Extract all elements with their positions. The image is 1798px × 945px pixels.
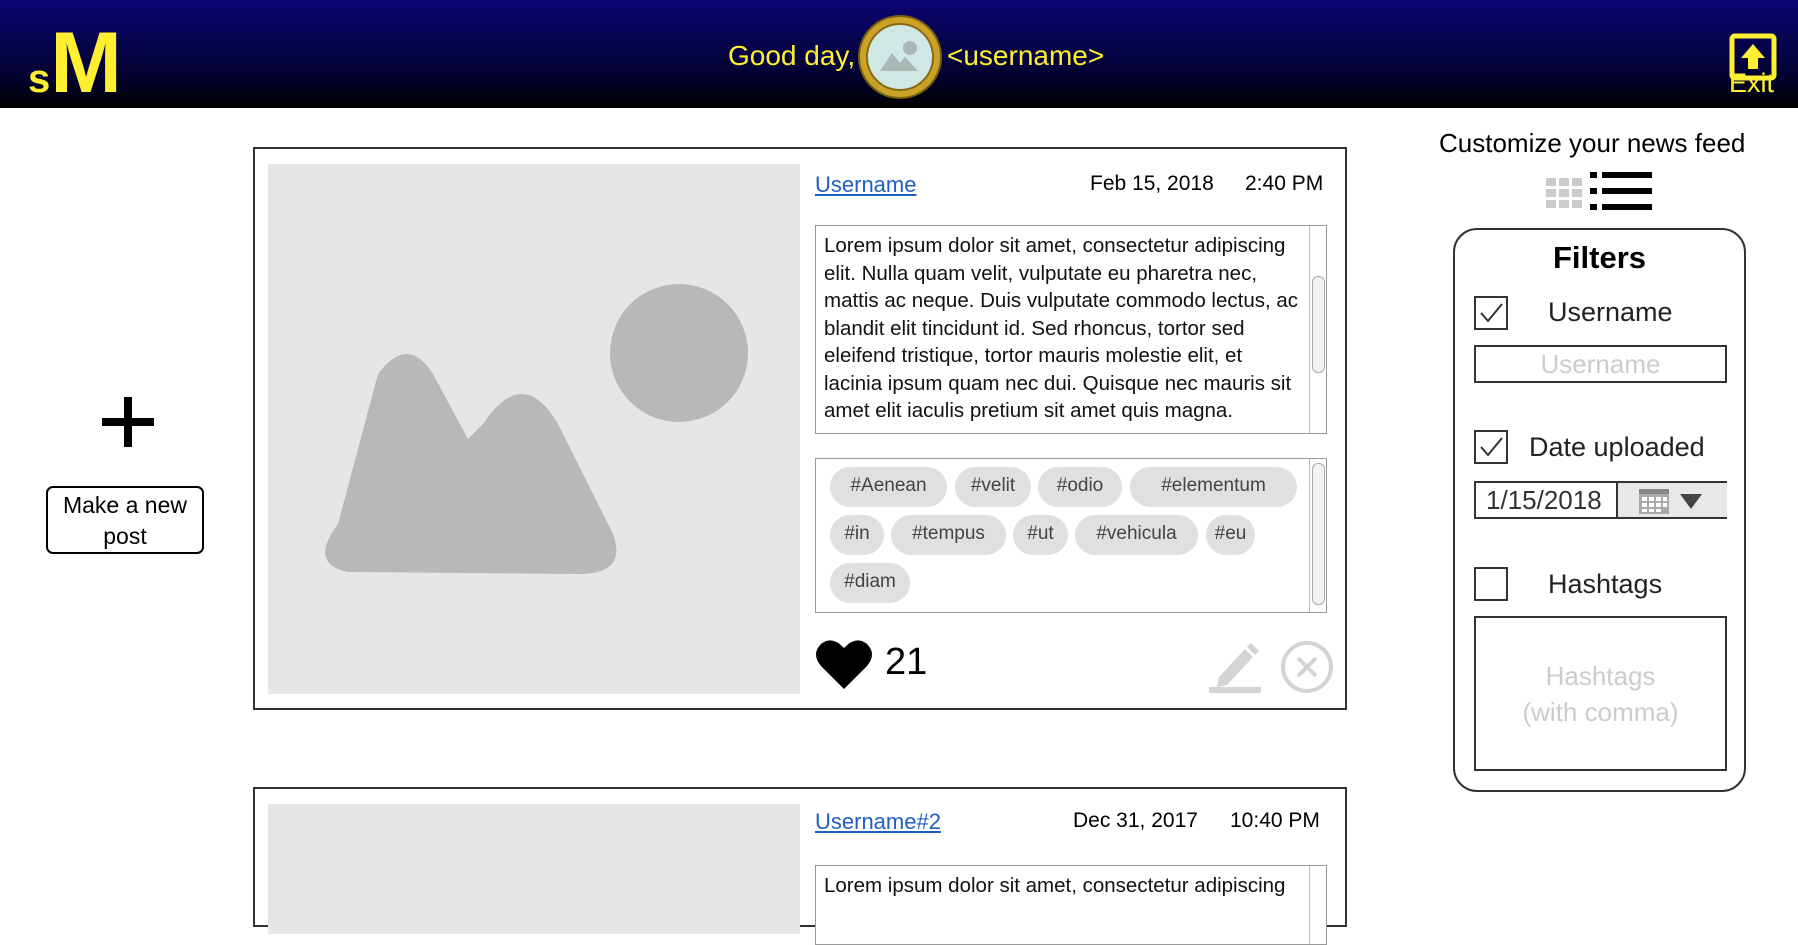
heart-icon[interactable] bbox=[815, 636, 873, 691]
post-card: Username#2 Dec 31, 2017 10:40 PM Lorem i… bbox=[253, 787, 1347, 945]
date-filter-checkbox[interactable] bbox=[1474, 430, 1508, 464]
hashtags-filter-checkbox[interactable] bbox=[1474, 567, 1508, 601]
username-filter-label: Username bbox=[1548, 297, 1673, 327]
greeting-text: Good day, bbox=[728, 40, 856, 71]
post-time: 10:40 PM bbox=[1230, 809, 1320, 832]
hashtags-placeholder: Hashtags (with comma) bbox=[1476, 658, 1725, 730]
filters-title: Filters bbox=[1552, 240, 1647, 275]
filters-panel: Filters Username Username Date uploaded … bbox=[1453, 228, 1746, 792]
hashtags-filter-textarea[interactable]: Hashtags (with comma) bbox=[1474, 616, 1727, 771]
hashtag-chip[interactable]: #eu bbox=[1206, 515, 1255, 555]
post-text-box[interactable]: Lorem ipsum dolor sit amet, consectetur … bbox=[815, 225, 1327, 434]
hashtags-placeholder-line1: Hashtags bbox=[1545, 661, 1656, 691]
delete-circle-icon[interactable] bbox=[1279, 639, 1335, 695]
app-logo[interactable]: sM bbox=[28, 14, 122, 113]
hashtag-chip[interactable]: #in bbox=[830, 515, 884, 555]
edit-pencil-icon[interactable] bbox=[1207, 637, 1265, 693]
like-count: 21 bbox=[885, 641, 928, 683]
header-username: <username> bbox=[947, 40, 1105, 71]
username-filter-checkbox[interactable] bbox=[1474, 296, 1508, 330]
hashtag-chip[interactable]: #diam bbox=[830, 563, 910, 603]
hashtags-filter-label: Hashtags bbox=[1548, 569, 1663, 599]
date-filter-input[interactable]: 1/15/2018 bbox=[1474, 481, 1727, 519]
date-picker-button[interactable] bbox=[1616, 483, 1727, 517]
username-filter-placeholder: Username bbox=[1540, 349, 1661, 379]
header-bar: sM Good day, <username> Exit bbox=[0, 0, 1798, 111]
hashtags-placeholder-line2: (with comma) bbox=[1522, 697, 1679, 727]
list-view-icon[interactable] bbox=[1590, 172, 1652, 210]
post-text: Lorem ipsum dolor sit amet, consectetur … bbox=[824, 234, 1299, 422]
hashtag-chip[interactable]: #ut bbox=[1013, 515, 1068, 555]
chevron-down-icon bbox=[1680, 494, 1702, 509]
image-icon bbox=[325, 284, 748, 574]
post-username-link[interactable]: Username bbox=[815, 172, 916, 198]
logo-small-letter: s bbox=[28, 57, 51, 101]
make-new-post-button[interactable]: Make a new post bbox=[46, 486, 204, 554]
text-scrollbar[interactable] bbox=[1309, 226, 1326, 433]
hashtag-box: #Aenean #velit #odio #elementum #in #tem… bbox=[815, 458, 1327, 613]
post-text-box[interactable]: Lorem ipsum dolor sit amet, consectetur … bbox=[815, 865, 1327, 945]
post-date: Feb 15, 2018 bbox=[1090, 172, 1214, 195]
hashtag-chip[interactable]: #vehicula bbox=[1075, 515, 1198, 555]
hashtag-chip[interactable]: #odio bbox=[1038, 467, 1122, 507]
avatar-icon[interactable] bbox=[858, 15, 942, 99]
logo-big-letter: M bbox=[50, 15, 122, 111]
grid-view-icon[interactable] bbox=[1546, 178, 1582, 208]
post-time: 2:40 PM bbox=[1245, 172, 1324, 195]
text-scrollbar[interactable] bbox=[1309, 866, 1326, 944]
hashtag-chip[interactable]: #Aenean bbox=[830, 467, 947, 507]
calendar-icon bbox=[1639, 489, 1669, 514]
plus-icon[interactable] bbox=[98, 372, 158, 467]
post-text: Lorem ipsum dolor sit amet, consectetur … bbox=[824, 874, 1286, 897]
exit-label[interactable]: Exit bbox=[1729, 68, 1774, 99]
customize-feed-title: Customize your news feed bbox=[1439, 128, 1746, 158]
tags-scrollbar[interactable] bbox=[1309, 459, 1326, 612]
date-filter-label: Date uploaded bbox=[1529, 432, 1705, 462]
date-filter-value: 1/15/2018 bbox=[1486, 485, 1602, 515]
post-image-placeholder bbox=[268, 804, 800, 934]
post-image-placeholder bbox=[268, 164, 800, 694]
post-username-link[interactable]: Username#2 bbox=[815, 809, 941, 835]
post-date: Dec 31, 2017 bbox=[1073, 809, 1198, 832]
hashtag-chip[interactable]: #tempus bbox=[891, 515, 1006, 555]
hashtag-chip[interactable]: #velit bbox=[955, 467, 1031, 507]
post-card: Username Feb 15, 2018 2:40 PM Lorem ipsu… bbox=[253, 147, 1347, 710]
username-filter-input[interactable]: Username bbox=[1474, 345, 1727, 383]
hashtag-chip[interactable]: #elementum bbox=[1130, 467, 1297, 507]
